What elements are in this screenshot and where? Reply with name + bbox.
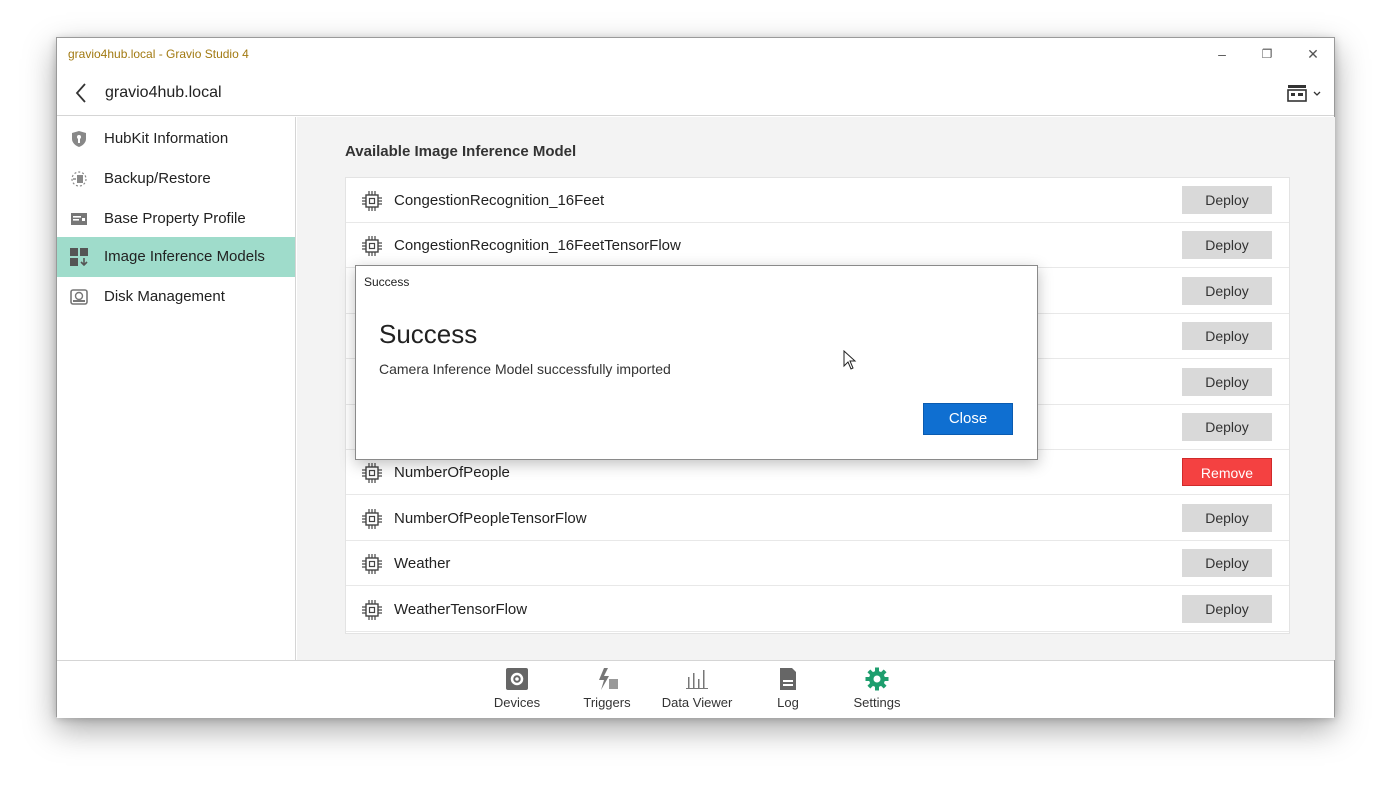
model-name: CongestionRecognition_16Feet bbox=[394, 192, 605, 209]
sidebar-item-disk-management[interactable]: Disk Management bbox=[57, 277, 295, 317]
deploy-button[interactable]: Deploy bbox=[1182, 186, 1272, 214]
model-name: WeatherTensorFlow bbox=[394, 600, 528, 618]
model-name: NumberOfPeople bbox=[394, 464, 510, 482]
tab-label: Triggers bbox=[583, 695, 631, 710]
settings-gear-icon bbox=[865, 667, 889, 691]
tab-log[interactable]: Log bbox=[768, 667, 808, 713]
tab-data-viewer[interactable]: Data Viewer bbox=[657, 667, 737, 713]
title-bar: gravio4hub.local - Gravio Studio 4 – ❐ ✕ bbox=[57, 38, 1334, 70]
log-document-icon bbox=[780, 668, 796, 690]
deploy-button[interactable]: Deploy bbox=[1182, 413, 1272, 441]
sidebar-item-image-inference-models[interactable]: Image Inference Models bbox=[57, 237, 295, 277]
model-chip-icon bbox=[361, 599, 383, 621]
model-chip-icon bbox=[361, 553, 383, 575]
layout-grid-icon bbox=[1287, 85, 1321, 102]
deploy-button[interactable]: Deploy bbox=[1182, 367, 1272, 396]
sidebar-item-label: Disk Management bbox=[104, 288, 225, 305]
window-title: gravio4hub.local - Gravio Studio 4 bbox=[68, 47, 249, 61]
dialog-message: Camera Inference Model successfully impo… bbox=[379, 361, 671, 377]
bar-chart-icon bbox=[686, 670, 708, 689]
sidebar-item-label: Image Inference Models bbox=[104, 248, 265, 265]
tab-label: Settings bbox=[853, 695, 901, 710]
hub-name: gravio4hub.local bbox=[105, 84, 222, 101]
tab-settings[interactable]: Settings bbox=[847, 667, 907, 713]
model-chip-icon bbox=[361, 508, 383, 530]
settings-sidebar: HubKit Information Backup/Restore Base P… bbox=[57, 117, 296, 660]
tab-label: Log bbox=[777, 695, 799, 710]
deploy-button[interactable]: Deploy bbox=[1182, 594, 1272, 623]
devices-gear-icon bbox=[506, 668, 528, 690]
dialog-heading: Success bbox=[379, 319, 478, 349]
sidebar-item-backup-restore[interactable]: Backup/Restore bbox=[57, 159, 295, 199]
tab-label: Devices bbox=[493, 695, 541, 710]
tab-devices[interactable]: Devices bbox=[487, 667, 547, 713]
model-chip-icon bbox=[361, 235, 383, 257]
profile-card-icon bbox=[71, 213, 87, 225]
back-button[interactable] bbox=[71, 81, 93, 105]
deploy-button[interactable]: Deploy bbox=[1182, 322, 1272, 351]
navigation-bar: gravio4hub.local bbox=[57, 70, 1334, 116]
deploy-button[interactable]: Deploy bbox=[1182, 231, 1272, 260]
deploy-button[interactable]: Deploy bbox=[1182, 549, 1272, 578]
sidebar-item-label: Base Property Profile bbox=[104, 210, 246, 227]
shield-icon bbox=[72, 131, 86, 147]
dialog-close-button[interactable]: Close bbox=[923, 403, 1013, 435]
model-row: CongestionRecognition_16Feet Deploy bbox=[346, 178, 1289, 223]
bottom-tab-bar: Devices Triggers Data Viewer Log Setting… bbox=[57, 660, 1334, 718]
tab-label: Data Viewer bbox=[661, 695, 733, 710]
deploy-button[interactable]: Deploy bbox=[1182, 276, 1272, 305]
model-row: NumberOfPeopleTensorFlow Deploy bbox=[346, 496, 1289, 541]
backup-icon bbox=[71, 171, 87, 187]
minimize-button[interactable]: – bbox=[1210, 44, 1234, 64]
model-name: NumberOfPeopleTensorFlow bbox=[394, 509, 587, 527]
chevron-left-icon bbox=[75, 83, 86, 103]
model-row: CongestionRecognition_16FeetTensorFlow De… bbox=[346, 223, 1289, 269]
dialog-caption: Success bbox=[364, 275, 410, 289]
sidebar-item-label: HubKit Information bbox=[104, 130, 229, 147]
tab-triggers[interactable]: Triggers bbox=[577, 667, 637, 713]
triggers-bolt-icon bbox=[599, 668, 618, 690]
success-dialog: Success Success Camera Inference Model s… bbox=[355, 265, 1038, 460]
sidebar-item-label: Backup/Restore bbox=[104, 170, 211, 187]
mouse-cursor-icon bbox=[843, 350, 857, 370]
model-chip-icon bbox=[361, 462, 383, 484]
model-row: WeatherTensorFlow Deploy bbox=[346, 587, 1289, 632]
section-title: Available Image Inference Model bbox=[345, 143, 577, 160]
model-row: Weather Deploy bbox=[346, 541, 1289, 587]
remove-button[interactable]: Remove bbox=[1182, 458, 1272, 487]
model-name: CongestionRecognition_16FeetTensorFlow bbox=[394, 237, 681, 255]
restore-button[interactable]: ❐ bbox=[1255, 44, 1279, 64]
model-chip-icon bbox=[361, 190, 383, 212]
grid-download-icon bbox=[70, 248, 88, 266]
sidebar-item-base-property-profile[interactable]: Base Property Profile bbox=[57, 199, 295, 239]
model-name: Weather bbox=[394, 555, 451, 573]
close-window-button[interactable]: ✕ bbox=[1301, 44, 1325, 64]
layout-toggle-button[interactable] bbox=[1286, 82, 1326, 104]
deploy-button[interactable]: Deploy bbox=[1182, 503, 1272, 532]
disk-icon bbox=[70, 289, 88, 305]
sidebar-item-hubkit-information[interactable]: HubKit Information bbox=[57, 119, 295, 159]
